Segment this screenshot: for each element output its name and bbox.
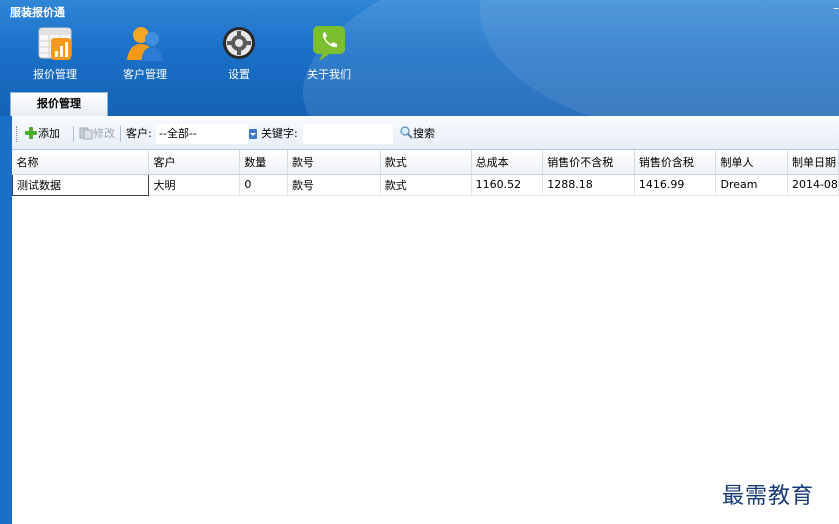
table-cell[interactable]: 款式 [380, 174, 472, 196]
column-header[interactable]: 销售价不含税 [542, 150, 635, 175]
chart-icon [35, 24, 75, 62]
add-icon [25, 127, 37, 139]
customer-label: 客户: [126, 127, 152, 140]
nav-label: 设置 [228, 68, 250, 81]
table-cell[interactable]: 1288.18 [542, 174, 635, 196]
tab-strip: 报价管理 [0, 92, 839, 116]
add-button[interactable]: 添加 [24, 126, 60, 142]
ribbon-header: 服装报价通 – 报价管理 客户管理 设置 关于我们 报价管理 [0, 0, 839, 116]
column-header[interactable]: 款号 [287, 150, 381, 175]
customer-select[interactable]: --全部-- [156, 124, 248, 144]
table-header-row: 名称 客户 数量 款号 款式 总成本 销售价不含税 销售价含税 制单人 制单日期 [12, 150, 839, 175]
keyword-input[interactable] [303, 124, 393, 144]
left-border [0, 116, 12, 524]
table-cell[interactable]: 测试数据 [11, 173, 150, 196]
toolbar-separator [120, 126, 121, 142]
nav-quote-management[interactable]: 报价管理 [24, 24, 86, 86]
chevron-down-icon[interactable] [249, 129, 257, 139]
table-cell[interactable]: 0 [239, 174, 288, 196]
app-window: 服装报价通 – 报价管理 客户管理 设置 关于我们 报价管理 添加 修改 客户:… [0, 0, 839, 524]
nav-label: 关于我们 [307, 68, 351, 81]
watermark: 最需教育 [722, 484, 815, 509]
column-header[interactable]: 制单人 [715, 150, 788, 175]
column-header[interactable]: 款式 [380, 150, 472, 175]
app-title: 服装报价通 [10, 6, 65, 19]
nav-settings[interactable]: 设置 [208, 24, 270, 86]
nav-label: 报价管理 [33, 68, 77, 81]
edit-icon [79, 127, 93, 140]
table-cell[interactable]: Dream [715, 174, 788, 196]
search-button[interactable]: 搜索 [400, 126, 435, 142]
table-cell[interactable]: 1160.52 [471, 174, 544, 196]
tab-quote-management[interactable]: 报价管理 [10, 92, 108, 116]
column-header[interactable]: 名称 [12, 150, 150, 175]
search-icon [400, 126, 413, 139]
edit-button[interactable]: 修改 [79, 126, 115, 142]
table-cell[interactable]: 款号 [287, 174, 381, 196]
toolbar: 添加 修改 客户: --全部-- 关键字: 搜索 [12, 116, 839, 150]
table-cell[interactable]: 2014-08 [787, 174, 839, 196]
gear-icon [219, 24, 259, 62]
phone-icon [309, 24, 349, 62]
minimize-button[interactable]: – [829, 1, 839, 15]
nav-label: 客户管理 [123, 68, 167, 81]
column-header[interactable]: 制单日期 [787, 150, 839, 175]
column-header[interactable]: 销售价含税 [634, 150, 717, 175]
column-header[interactable]: 客户 [148, 150, 241, 175]
table-cell[interactable]: 大明 [148, 174, 241, 196]
table-cell[interactable]: 1416.99 [634, 174, 717, 196]
column-header[interactable]: 数量 [239, 150, 288, 175]
nav-customer-management[interactable]: 客户管理 [114, 24, 176, 86]
users-icon [125, 24, 165, 62]
column-header[interactable]: 总成本 [471, 150, 544, 175]
edit-label: 修改 [93, 127, 115, 140]
table-row[interactable]: 测试数据 大明 0 款号 款式 1160.52 1288.18 1416.99 … [11, 173, 839, 196]
search-label: 搜索 [413, 127, 435, 140]
add-label: 添加 [38, 127, 60, 140]
toolbar-grip[interactable] [16, 126, 19, 142]
nav-about-us[interactable]: 关于我们 [298, 24, 360, 86]
quote-table: 名称 客户 数量 款号 款式 总成本 销售价不含税 销售价含税 制单人 制单日期… [11, 150, 839, 196]
toolbar-separator [73, 126, 74, 142]
keyword-label: 关键字: [261, 127, 298, 140]
